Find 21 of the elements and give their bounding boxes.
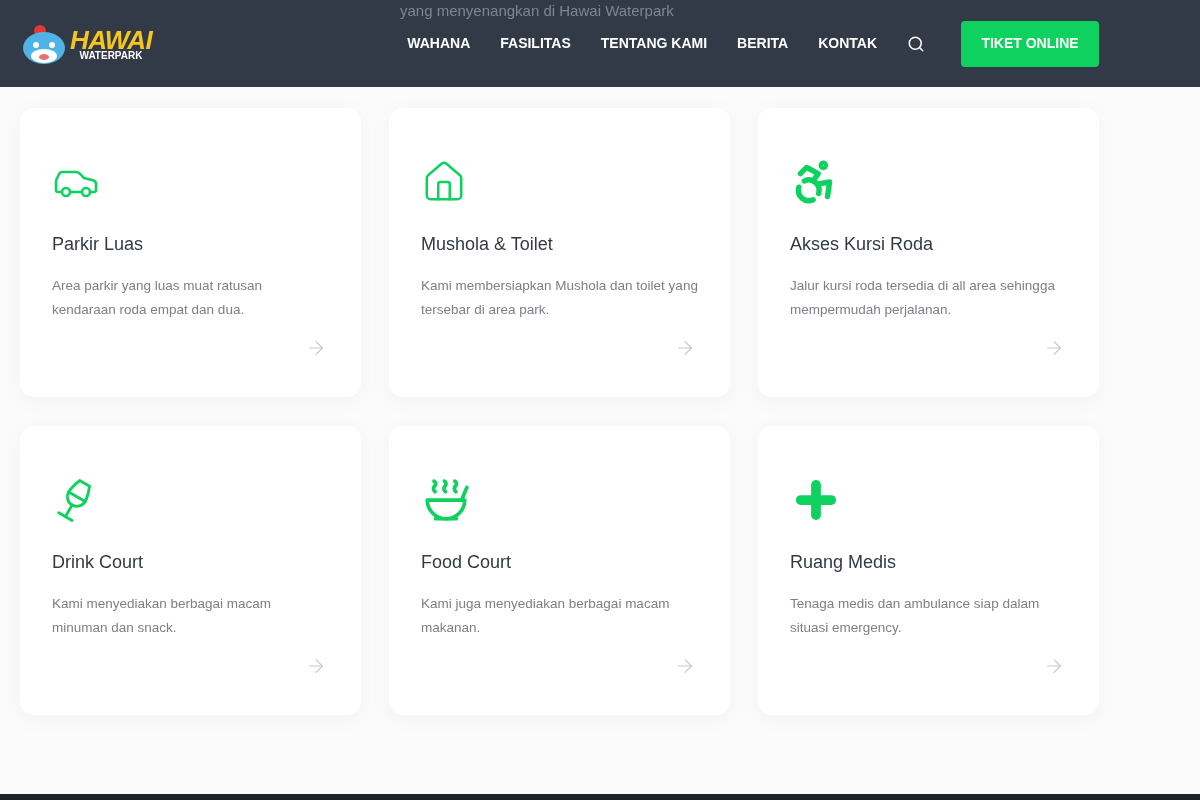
nav-link[interactable]: KONTAK [818, 33, 877, 54]
nav-link[interactable]: BERITA [737, 33, 789, 54]
intro-text: yang menyenangkan di Hawai Waterpark [400, 1, 674, 21]
card-description: Tenaga medis dan ambulance siap dalam situasi emergency. [790, 595, 1041, 637]
card-description: Kami juga menyediakan berbagai macam makanan. [421, 595, 671, 637]
card-title: Akses Kursi Roda [790, 233, 935, 256]
search-icon[interactable] [907, 34, 925, 53]
card-description: Kami menyediakan berbagai macam minuman dan snack. [52, 595, 273, 637]
card-title: Mushola & Toilet [421, 233, 554, 256]
card-description: Kami membersiapkan Mushola dan toilet yang tersebar di area park. [421, 277, 698, 319]
card-description: Jalur kursi roda tersedia di all area sehingga mempermudah perjalanan. [790, 277, 1056, 319]
nav-link[interactable]: WAHANA [407, 33, 471, 54]
nav-link[interactable]: FASILITAS [500, 33, 571, 54]
card-title: Food Court [421, 551, 513, 574]
nav-link[interactable]: TENTANG KAMI [600, 33, 708, 54]
card-title: Parkir Luas [52, 233, 145, 256]
logo[interactable]: HAWAI WATERPARK [70, 26, 152, 61]
mascot-icon [22, 22, 66, 65]
card-title: Ruang Medis [790, 551, 898, 574]
card-description: Area parkir yang luas muat ratusan kendaraan roda empat dan dua. [52, 277, 264, 319]
card-title: Drink Court [52, 551, 145, 574]
